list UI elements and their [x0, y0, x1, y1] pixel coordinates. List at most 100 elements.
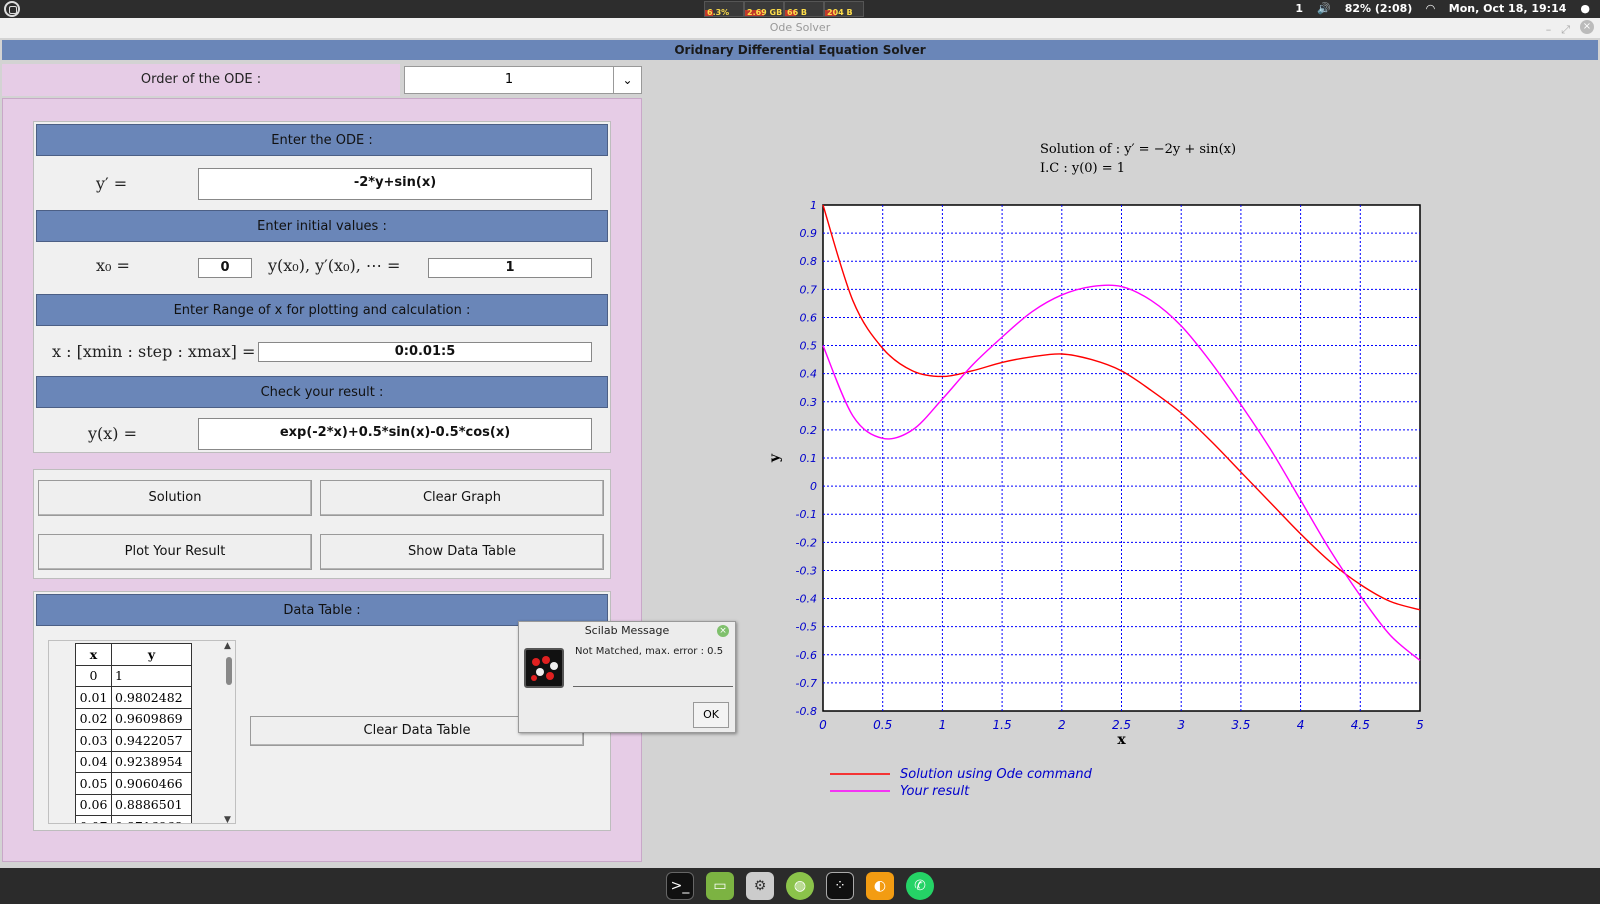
range-input[interactable]: 0:0.01:5: [258, 342, 592, 362]
table-scrollbar[interactable]: ▲ ▼: [223, 641, 235, 823]
y-tick-label: -0.8: [796, 705, 817, 718]
y-tick-label: 0.7: [800, 283, 818, 296]
minimize-icon[interactable]: –: [1546, 20, 1552, 40]
left-panel: Enter the ODE : y′ = -2*y+sin(x) Enter i…: [2, 98, 642, 862]
net-up-monitor: 204 B: [824, 1, 864, 17]
x-tick-label: 1: [939, 718, 947, 732]
x-tick-label: 2.5: [1112, 718, 1131, 732]
scroll-up-icon[interactable]: ▲: [224, 641, 231, 651]
bottom-dock: >_ ▭ ⚙ ◍ ⁘ ◐ ✆: [0, 868, 1600, 904]
x0-label: x₀ =: [96, 256, 130, 275]
y-tick-label: 0.6: [800, 311, 818, 324]
y-tick-label: 0.4: [800, 368, 818, 381]
plot-result-button[interactable]: Plot Your Result: [38, 534, 312, 570]
y-tick-label: 0.3: [800, 396, 818, 409]
wifi-icon[interactable]: ◠: [1426, 2, 1434, 15]
table-header-x: x: [75, 643, 112, 666]
initial-values-header: Enter initial values :: [36, 210, 608, 242]
net-down-monitor: 66 B: [784, 1, 824, 17]
order-select[interactable]: 1 ⌄: [404, 66, 642, 94]
dialog-divider: [573, 686, 733, 687]
table-row: 0.01 0.9802482: [75, 686, 192, 709]
solution-chart: 0 0.5 1 1.5 2 2.5 3 3.5 4 4.5 5 1 0.9 0.8 0.7 0.6 0.5 0.4…: [767, 199, 1424, 799]
y-tick-label: -0.2: [796, 536, 817, 549]
cpu-monitor: 6.3%: [704, 1, 744, 17]
x0-input[interactable]: 0: [198, 258, 252, 278]
data-table: x y 01 0.01 0.9802482 0.02 0.9609869 0.03 0…: [75, 643, 192, 823]
dialog-close-icon[interactable]: ×: [717, 625, 729, 637]
dialog-title: Scilab Message: [584, 624, 670, 637]
x-tick-label: 4.5: [1351, 718, 1370, 732]
table-row: 0.03 0.9422057: [75, 729, 192, 752]
x-tick-label: 3: [1177, 718, 1185, 732]
workspace-indicator[interactable]: 1: [1295, 2, 1303, 15]
y0-label: y(x₀), y′(x₀), ⋯ =: [268, 256, 401, 275]
y-tick-label: 0.1: [800, 452, 818, 465]
y0-input[interactable]: 1: [428, 258, 592, 278]
table-row: 01: [75, 664, 192, 687]
check-input[interactable]: exp(-2*x)+0.5*sin(x)-0.5*cos(x): [198, 418, 592, 450]
scroll-down-icon[interactable]: ▼: [224, 815, 231, 823]
legend-label-0: Solution using Ode command: [900, 767, 1093, 782]
y-axis-label: y: [767, 453, 783, 463]
range-header: Enter Range of x for plotting and calcul…: [36, 294, 608, 326]
chevron-down-icon[interactable]: ⌄: [613, 67, 641, 93]
scilab-message-dialog: Scilab Message × Not Matched, max. error…: [518, 621, 736, 733]
scilab-logo-icon: [524, 648, 564, 688]
show-data-table-button[interactable]: Show Data Table: [320, 534, 604, 570]
order-value: 1: [504, 72, 514, 87]
ode-solver-window: Ode Solver – ⤢ × Oridnary Differential E…: [0, 18, 1600, 868]
dialog-message: Not Matched, max. error : 0.5: [575, 646, 724, 657]
x-tick-label: 2: [1058, 718, 1066, 732]
files-icon[interactable]: ▭: [706, 872, 734, 900]
table-row: 0.02 0.9609869: [75, 707, 192, 730]
order-row: Order of the ODE : 1 ⌄: [2, 64, 642, 96]
solution-button[interactable]: Solution: [38, 480, 312, 516]
table-row: 0.070.8716968: [75, 815, 192, 823]
y-tick-label: 0.8: [800, 255, 818, 268]
battery-status[interactable]: 82% (2:08): [1345, 2, 1413, 15]
ode-input[interactable]: -2*y+sin(x): [198, 168, 592, 200]
close-icon[interactable]: ×: [1580, 20, 1594, 34]
clock[interactable]: Mon, Oct 18, 19:14: [1449, 2, 1567, 15]
app-header: Oridnary Differential Equation Solver: [2, 40, 1598, 60]
y-tick-label: 0.5: [800, 340, 818, 353]
ode-header: Enter the ODE :: [36, 124, 608, 156]
x-axis-label: x: [1117, 732, 1126, 748]
ode-label: y′ =: [96, 174, 128, 193]
buttons-box: Solution Clear Graph Plot Your Result Sh…: [33, 469, 611, 579]
dialog-ok-button[interactable]: OK: [693, 702, 729, 728]
y-tick-label: -0.4: [796, 593, 817, 606]
scilab-app-icon[interactable]: ⁘: [826, 872, 854, 900]
clear-graph-button[interactable]: Clear Graph: [320, 480, 604, 516]
system-top-bar: 6.3% 2.69 GB 66 B 204 B 1 🔊 82% (2:08) ◠…: [0, 0, 1600, 18]
volume-icon[interactable]: 🔊: [1317, 2, 1331, 15]
menu-logo-icon[interactable]: [4, 1, 20, 17]
user-icon[interactable]: ●: [1580, 2, 1590, 15]
x-tick-label: 3.5: [1231, 718, 1250, 732]
browser-icon[interactable]: ◍: [786, 872, 814, 900]
terminal-icon[interactable]: >_: [666, 872, 694, 900]
x-tick-label: 0.5: [873, 718, 892, 732]
maximize-icon[interactable]: ⤢: [1561, 20, 1570, 40]
table-row: 0.04 0.9238954: [75, 750, 192, 773]
check-header: Check your result :: [36, 376, 608, 408]
window-title: Ode Solver: [769, 21, 831, 34]
y-tick-label: 0.9: [800, 227, 818, 240]
y-tick-label: -0.1: [796, 508, 817, 521]
y-tick-label: -0.5: [796, 621, 817, 634]
table-row: 0.05 0.9060466: [75, 772, 192, 795]
y-tick-label: 0.2: [800, 424, 818, 437]
x-tick-label: 5: [1416, 718, 1424, 732]
whatsapp-icon[interactable]: ✆: [906, 872, 934, 900]
firefox-icon[interactable]: ◐: [866, 872, 894, 900]
y-tick-label: -0.3: [796, 564, 817, 577]
memory-monitor: 2.69 GB: [744, 1, 784, 17]
settings-icon[interactable]: ⚙: [746, 872, 774, 900]
range-label: x : [xmin : step : xmax] =: [52, 342, 256, 361]
data-table-scroll[interactable]: x y 01 0.01 0.9802482 0.02 0.9609869 0.03 0…: [48, 640, 236, 824]
scrollbar-thumb[interactable]: [226, 657, 232, 685]
window-titlebar: Ode Solver – ⤢ ×: [0, 18, 1600, 38]
check-label: y(x) =: [88, 424, 138, 443]
y-tick-label: -0.7: [796, 677, 817, 690]
